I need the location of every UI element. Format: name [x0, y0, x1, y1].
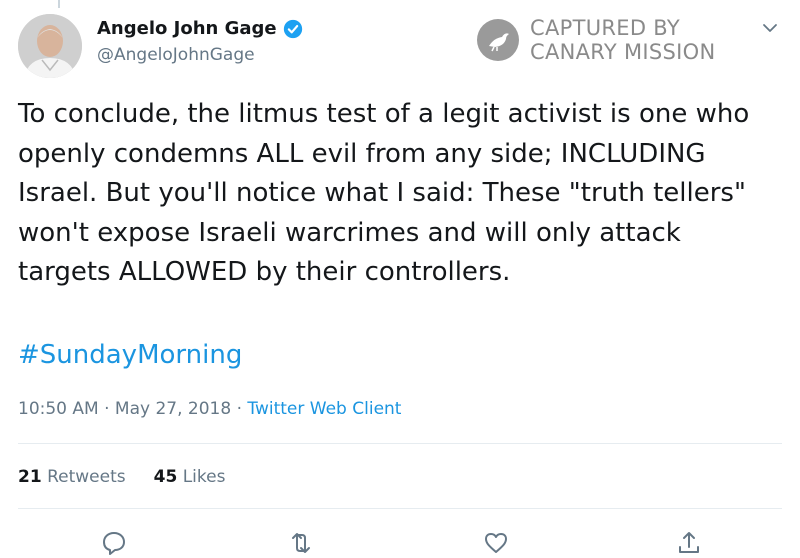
- verified-badge-icon: [283, 19, 302, 38]
- display-name[interactable]: Angelo John Gage: [97, 18, 277, 39]
- avatar-image: [18, 14, 82, 78]
- likes-label: Likes: [182, 467, 226, 487]
- engagement-stats: 21 Retweets 45 Likes: [18, 467, 225, 487]
- canary-logo-icon: [477, 19, 519, 61]
- divider: [18, 508, 782, 509]
- watermark-line2: CANARY MISSION: [530, 40, 716, 64]
- divider: [18, 443, 782, 444]
- share-icon[interactable]: [676, 530, 702, 556]
- reply-icon[interactable]: [101, 530, 127, 556]
- hashtag-link[interactable]: #SundayMorning: [18, 340, 242, 370]
- retweets-count: 21: [18, 467, 42, 487]
- watermark: CAPTURED BY CANARY MISSION: [476, 16, 715, 64]
- tweet-text: To conclude, the litmus test of a legit …: [18, 99, 750, 287]
- tweet-date[interactable]: May 27, 2018: [115, 399, 231, 419]
- like-icon[interactable]: [483, 530, 509, 556]
- user-handle[interactable]: @AngeloJohnGage: [97, 45, 303, 65]
- thread-line: [58, 0, 60, 8]
- retweets-stat[interactable]: 21 Retweets: [18, 467, 126, 487]
- tweet-time[interactable]: 10:50 AM: [18, 399, 99, 419]
- chevron-down-icon[interactable]: [761, 21, 779, 35]
- retweets-label: Retweets: [47, 467, 126, 487]
- retweet-icon[interactable]: [288, 530, 314, 556]
- likes-stat[interactable]: 45 Likes: [154, 467, 226, 487]
- action-bar: [0, 530, 800, 558]
- watermark-line1: CAPTURED BY: [530, 16, 680, 40]
- tweet-metadata: 10:50 AM · May 27, 2018 · Twitter Web Cl…: [18, 399, 401, 419]
- client-link[interactable]: Twitter Web Client: [247, 399, 401, 419]
- avatar[interactable]: [18, 14, 82, 78]
- author-block: Angelo John Gage @AngeloJohnGage: [97, 18, 303, 65]
- likes-count: 45: [153, 467, 178, 487]
- separator: ·: [236, 399, 248, 419]
- separator: ·: [104, 399, 115, 419]
